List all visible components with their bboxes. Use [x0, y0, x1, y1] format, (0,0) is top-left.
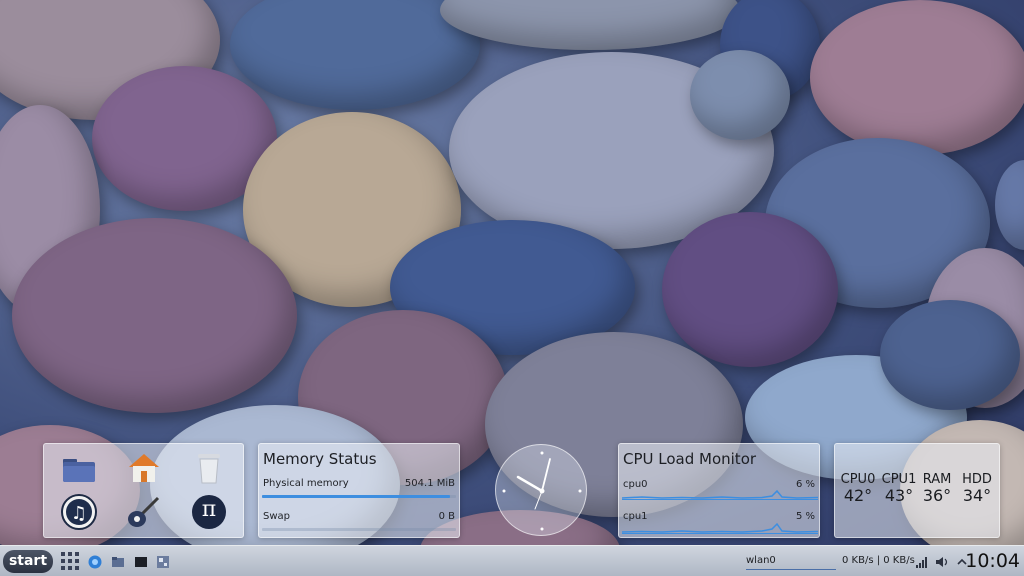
volume-icon[interactable]: [935, 554, 949, 568]
file-manager-icon[interactable]: [111, 554, 125, 568]
pi-icon[interactable]: π: [189, 492, 229, 532]
network-speed: 0 KB/s | 0 KB/s: [842, 555, 915, 566]
physical-memory-label: Physical memory: [263, 478, 349, 489]
physical-memory-bar: [262, 495, 456, 498]
app-grid-icon[interactable]: [60, 551, 80, 571]
cpu0-graph: [622, 489, 818, 500]
temp-ram: RAM 36°: [918, 473, 956, 505]
taskbar-clock[interactable]: 10:04: [965, 550, 1020, 572]
physical-memory-bar-fill: [262, 495, 451, 498]
network-interface-label[interactable]: wlan0: [746, 555, 776, 566]
network-underline: [746, 569, 836, 570]
analog-clock[interactable]: [495, 444, 587, 536]
memory-title: Memory Status: [263, 450, 377, 468]
browser-icon[interactable]: [88, 554, 102, 569]
taskbar: start wlan0 0 KB/s | 0 KB/s 10:04: [0, 545, 1024, 576]
temp-ram-label: RAM: [922, 472, 952, 487]
svg-text:♫: ♫: [71, 503, 87, 524]
pi-glyph: π: [201, 497, 217, 522]
memory-status-widget: Memory Status Physical memory 504.1 MiB …: [258, 443, 460, 538]
cpu1-graph: [622, 522, 818, 534]
settings-panel-icon[interactable]: [156, 554, 170, 568]
clock-hands: [502, 451, 582, 531]
temp-cpu1-value: 43°: [884, 486, 914, 505]
temp-cpu1-label: CPU1: [881, 472, 917, 487]
swap-label: Swap: [263, 511, 291, 522]
temp-cpu0: CPU0 42°: [837, 473, 879, 505]
swap-bar: [262, 528, 456, 531]
physical-memory-value: 504.1 MiB: [404, 478, 455, 489]
cpu1-value: 5 %: [795, 511, 815, 522]
launcher-panel: ♫ π: [43, 443, 244, 538]
guitar-icon[interactable]: [124, 492, 164, 532]
cpu-load-widget: CPU Load Monitor cpu0 6 % cpu1 5 %: [618, 443, 820, 538]
start-button[interactable]: start: [3, 550, 53, 573]
folder-icon[interactable]: [59, 450, 99, 490]
temp-hdd-label: HDD: [962, 472, 992, 487]
temp-ram-value: 36°: [922, 486, 952, 505]
temp-hdd-value: 34°: [962, 486, 992, 505]
trash-icon[interactable]: [189, 448, 229, 488]
temp-cpu0-label: CPU0: [840, 472, 876, 487]
music-player-icon[interactable]: ♫: [59, 492, 99, 532]
temp-cpu0-value: 42°: [843, 486, 873, 505]
cpu1-label: cpu1: [623, 511, 648, 522]
cpu-title: CPU Load Monitor: [623, 450, 757, 468]
temp-cpu1: CPU1 43°: [878, 473, 920, 505]
terminal-icon[interactable]: [134, 554, 148, 568]
home-icon[interactable]: [124, 448, 164, 488]
temp-hdd: HDD 34°: [958, 473, 996, 505]
swap-value: 0 B: [438, 511, 455, 522]
signal-strength-icon[interactable]: [915, 554, 929, 568]
